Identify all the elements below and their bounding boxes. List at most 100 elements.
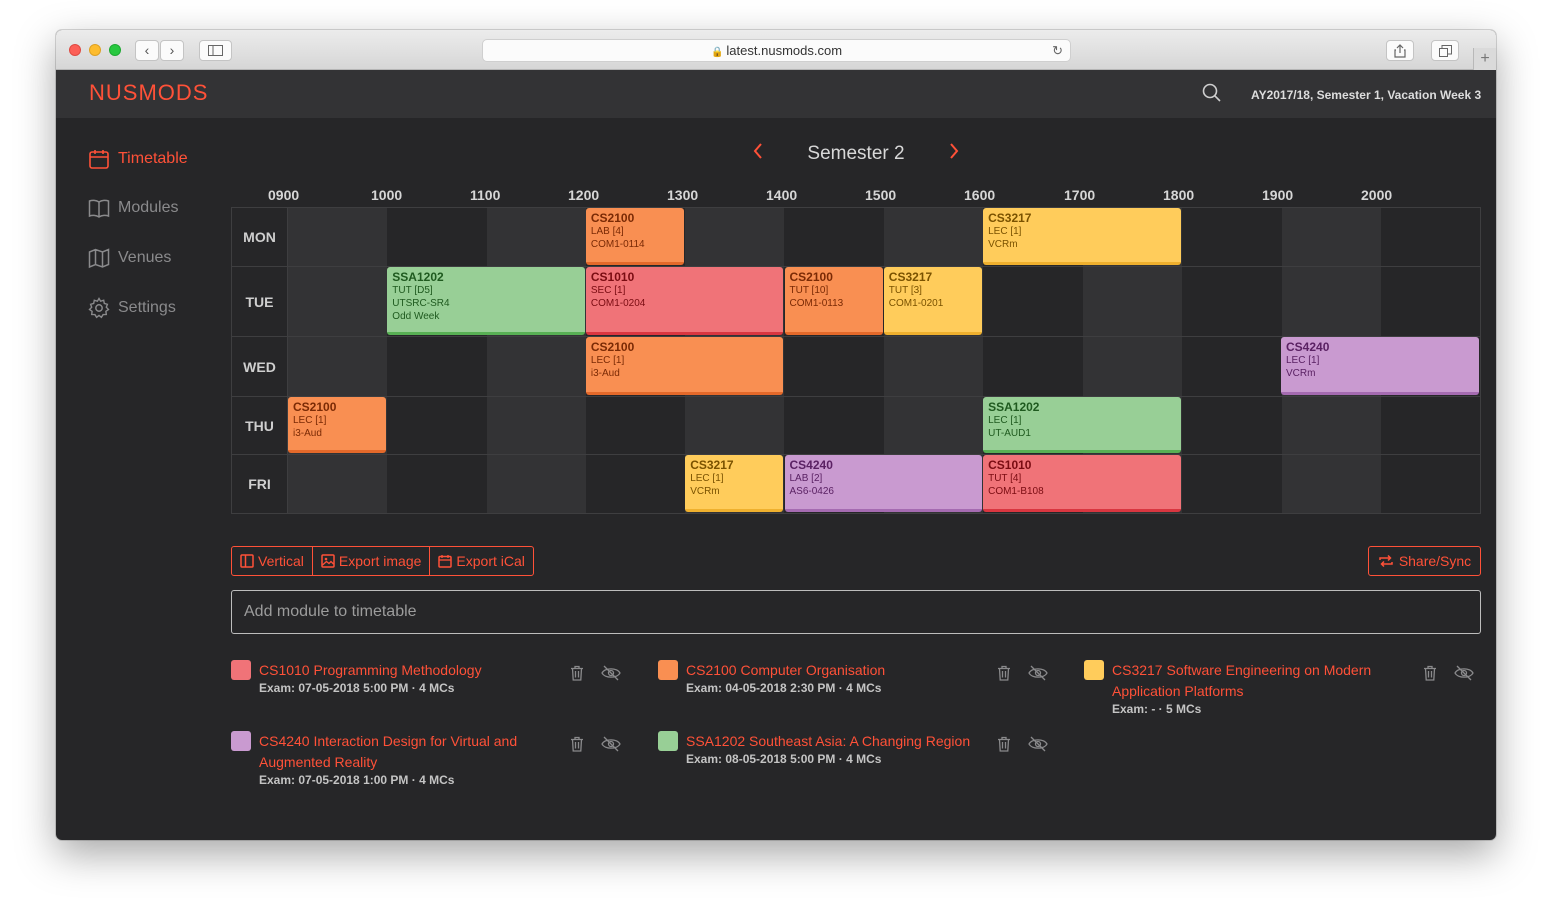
sidebar-item-label: Settings [118,299,176,316]
calendar-icon [438,555,453,568]
hour-label: 1000 [371,187,403,203]
lesson-block[interactable]: CS4240 LEC [1] VCRm [1281,337,1479,395]
eye-off-icon[interactable] [1454,665,1474,681]
sidebar-item-modules[interactable]: Modules [88,196,178,220]
eye-off-icon[interactable] [1028,736,1048,752]
lesson-block[interactable]: CS2100 TUT [10] COM1-0113 [784,267,883,335]
day-column-divider [287,208,288,513]
lesson-type: TUT [D5] [392,285,433,296]
day-label: THU [245,418,274,434]
hour-label: 1400 [766,187,798,203]
app-header: NUSMODS AY2017/18, Semester 1, Vacation … [56,70,1496,118]
close-window-button[interactable] [69,44,81,56]
day-label: TUE [245,294,274,310]
chevron-right-icon [950,143,959,159]
trash-icon[interactable] [570,736,584,752]
lesson-venue: i3-Aud [590,368,620,379]
minimize-window-button[interactable] [89,44,101,56]
trash-icon[interactable] [997,665,1011,681]
lesson-block[interactable]: CS1010 SEC [1] COM1-0204 [585,267,784,335]
trash-icon[interactable] [1423,665,1437,681]
module-title[interactable]: CS4240 Interaction Design for Virtual an… [259,731,549,773]
share-browser-button[interactable] [1386,40,1414,61]
lock-icon: 🔒 [710,47,724,58]
lesson-type: LEC [1] [590,355,625,366]
lesson-block[interactable]: CS1010 TUT [4] COM1-B108 [983,455,1181,512]
lesson-block[interactable]: SSA1202 TUT [D5] UTSRC-SR4 Odd Week [387,267,585,335]
zoom-window-button[interactable] [109,44,121,56]
gear-icon [88,297,110,319]
eye-off-icon[interactable] [1028,665,1048,681]
module-title[interactable]: CS2100 Computer Organisation [686,660,976,681]
repeat-icon [1379,554,1393,568]
hour-label: 1800 [1163,187,1195,203]
lesson-type: LEC [1] [690,473,724,484]
reload-icon[interactable]: ↻ [1052,40,1063,61]
eye-off-icon[interactable] [601,736,621,752]
module-color-swatch[interactable] [231,731,251,751]
trash-icon[interactable] [997,736,1011,752]
module-color-swatch[interactable] [231,660,251,680]
map-icon [88,248,110,269]
nusmods-logo[interactable]: NUSMODS [89,80,208,106]
lesson-block[interactable]: CS2100 LAB [4] COM1-0114 [585,208,685,265]
lesson-code: CS4240 [1286,340,1330,354]
lesson-venue: COM1-0201 [888,298,944,309]
export-image-button[interactable]: Export image [313,547,431,575]
lesson-block[interactable]: CS3217 LEC [1] VCRm [685,455,784,512]
browser-titlebar: ‹ › 🔒 latest.nusmods.com ↻ + [56,30,1496,70]
sidebar-toggle-button[interactable] [199,40,232,61]
trash-icon[interactable] [570,665,584,681]
search-icon[interactable] [1202,83,1222,103]
lesson-block[interactable]: CS2100 LEC [1] i3-Aud [288,397,387,453]
hour-label: 2000 [1361,187,1393,203]
lesson-type: TUT [4] [988,473,1022,484]
export-ical-label: Export iCal [456,553,525,569]
forward-button[interactable]: › [160,40,184,61]
chevron-right-icon: › [169,42,175,58]
calendar-icon [89,150,109,169]
vertical-label: Vertical [258,553,304,569]
tabs-overview-button[interactable] [1431,40,1459,61]
hour-shade [487,208,586,513]
add-module-input[interactable] [231,590,1481,634]
lesson-code: SSA1202 [392,270,444,284]
module-title[interactable]: CS3217 Software Engineering on Modern Ap… [1112,660,1402,702]
next-semester-button[interactable] [948,142,960,165]
lesson-code: CS2100 [590,340,635,354]
lesson-code: CS3217 [888,270,933,284]
sidebar-item-settings[interactable]: Settings [88,296,176,320]
lesson-block[interactable]: CS2100 LEC [1] i3-Aud [585,337,784,395]
module-title[interactable]: CS1010 Programming Methodology [259,660,549,681]
sidebar-item-timetable[interactable]: Timetable [88,147,188,171]
lesson-type: LEC [1] [988,226,1022,237]
lesson-venue: COM1-B108 [988,486,1044,497]
module-exam-info: Exam: 04-05-2018 2:30 PM · 4 MCs [686,681,882,695]
vertical-button[interactable]: Vertical [232,547,313,575]
lesson-venue: UTSRC-SR4 [392,298,450,309]
module-title[interactable]: SSA1202 Southeast Asia: A Changing Regio… [686,731,976,752]
back-button[interactable]: ‹ [135,40,159,61]
url-text: latest.nusmods.com [726,43,843,58]
module-color-swatch[interactable] [1084,660,1104,680]
hour-label: 1900 [1262,187,1294,203]
lesson-block[interactable]: CS3217 LEC [1] VCRm [983,208,1181,265]
lesson-type: LAB [2] [789,473,823,484]
sidebar-item-label: Timetable [118,150,188,167]
lesson-block[interactable]: SSA1202 LEC [1] UT-AUD1 [983,397,1181,453]
sidebar-item-venues[interactable]: Venues [88,246,171,270]
tabs-icon [1438,45,1452,57]
lesson-block[interactable]: CS4240 LAB [2] AS6-0426 [784,455,983,512]
export-ical-button[interactable]: Export iCal [430,547,532,575]
lesson-block[interactable]: CS3217 TUT [3] COM1-0201 [883,267,983,335]
share-sync-label: Share/Sync [1398,553,1472,569]
module-color-swatch[interactable] [658,660,678,680]
chevron-left-icon: ‹ [144,42,150,58]
module-color-swatch[interactable] [658,731,678,751]
share-sync-button[interactable]: Share/Sync [1368,546,1481,576]
plus-icon: + [1480,50,1490,67]
address-bar[interactable]: 🔒 latest.nusmods.com ↻ [482,39,1071,62]
eye-off-icon[interactable] [601,665,621,681]
new-tab-button[interactable]: + [1473,48,1496,70]
share-icon [1394,44,1406,58]
